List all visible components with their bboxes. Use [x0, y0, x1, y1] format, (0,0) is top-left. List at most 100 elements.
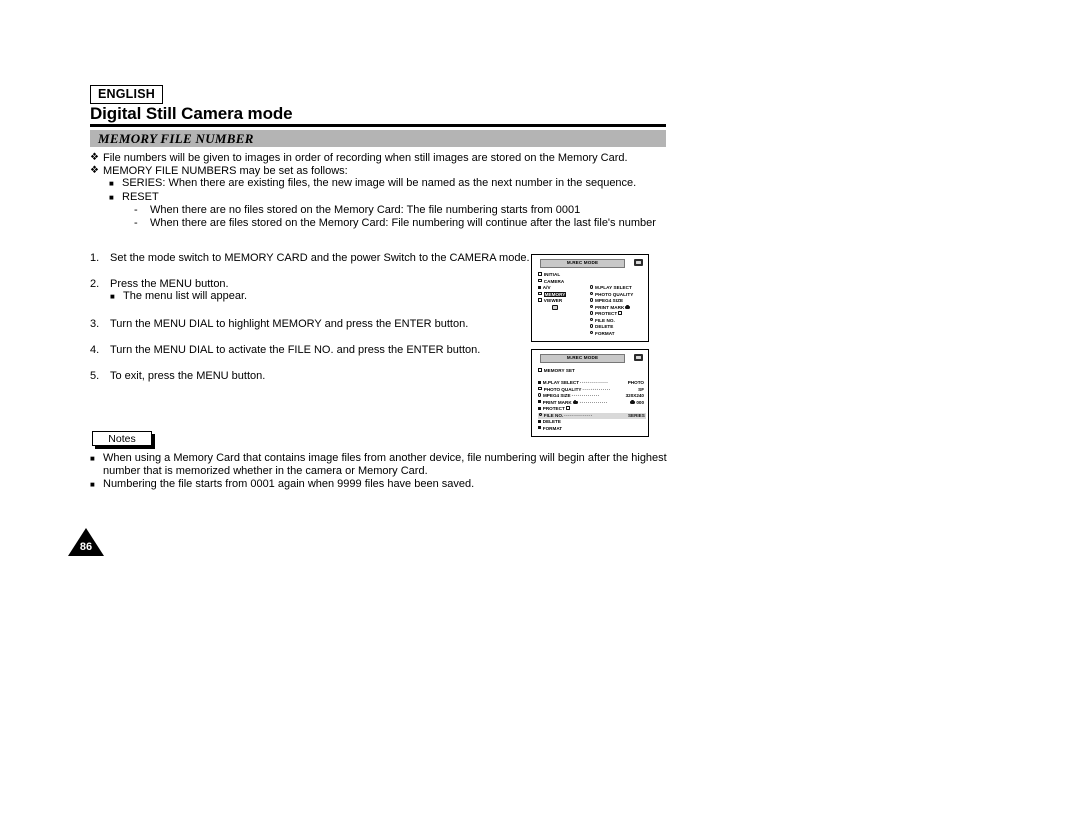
setting-row-mplay-select[interactable]: M.PLAY SELECT ·············· PHOTO: [538, 380, 644, 386]
substep-text: The menu list will appear.: [123, 290, 248, 302]
menu-item-memory[interactable]: MEMORY: [538, 291, 567, 298]
memory-card-icon: [634, 259, 643, 266]
circle-marker-icon: [590, 298, 594, 302]
submenu-item-print-mark[interactable]: PRINT MARK: [590, 305, 631, 311]
submenu-item-photo-quality[interactable]: PHOTO QUALITY: [590, 292, 633, 298]
submenu-item-label: PRINT MARK: [594, 304, 625, 310]
submenu-item-file-no[interactable]: FILE NO.: [590, 318, 615, 324]
list-item-text: SERIES: When there are existing files, t…: [122, 177, 637, 190]
bullet-dash-icon: -: [134, 216, 138, 229]
setting-label: PRINT MARK: [542, 399, 572, 405]
list-item: ❖ File numbers will be given to images i…: [90, 152, 670, 165]
setting-row-protect[interactable]: PROTECT: [538, 406, 644, 412]
lcd-screen-memory-set: M.REC MODE MEMORY SET M.PLAY SELECT ····…: [531, 349, 649, 437]
bullet-square-icon: ■: [90, 480, 95, 489]
submenu-item-label: M.PLAY SELECT: [594, 285, 632, 290]
setting-label: FILE NO.: [543, 412, 564, 418]
circle-marker-icon: [538, 412, 543, 417]
square-marker-icon: [538, 380, 541, 384]
notes-tab-label: Notes: [108, 433, 136, 445]
leader-dots: ··············: [564, 412, 593, 418]
submenu-item-label: PHOTO QUALITY: [594, 291, 634, 297]
page-number: 86: [79, 541, 93, 553]
language-label: ENGLISH: [98, 87, 155, 101]
setting-row-mpeg4-size[interactable]: MPEG4 SIZE ·············· 320X240: [538, 393, 644, 399]
menu-item-av[interactable]: A/V: [538, 285, 551, 291]
folder-icon: [538, 386, 543, 391]
setting-value: 320X240: [625, 393, 644, 398]
list-item: ❖ MEMORY FILE NUMBERS may be set as foll…: [90, 165, 670, 178]
step-text: To exit, press the MENU button.: [110, 369, 266, 382]
step-number: 1.: [90, 252, 100, 264]
leader-dots: ··············: [571, 393, 600, 398]
circle-marker-icon: [590, 317, 594, 322]
step-text: Set the mode switch to MEMORY CARD and t…: [110, 252, 530, 264]
submenu-item-protect[interactable]: PROTECT: [590, 311, 623, 317]
submenu-item-label: FORMAT: [594, 330, 615, 336]
submenu-title-label: MEMORY SET: [543, 368, 575, 373]
setting-label: FORMAT: [542, 425, 563, 431]
circle-marker-icon: [590, 324, 594, 328]
setting-row-file-no[interactable]: FILE NO. ·············· SERIES: [538, 412, 646, 419]
circle-marker-icon: [590, 311, 594, 315]
bullet-square-icon: ■: [110, 292, 115, 301]
print-mark-icon: [572, 399, 578, 404]
submenu-item-delete[interactable]: DELETE: [590, 324, 613, 330]
submenu-item-label: DELETE: [594, 324, 614, 329]
bullet-square-icon: ■: [90, 454, 95, 463]
bullet-square-icon: ■: [109, 179, 114, 189]
list-item-text: When there are no files stored on the Me…: [150, 204, 581, 217]
setting-row-photo-quality[interactable]: PHOTO QUALITY ·············· SF: [538, 387, 644, 393]
circle-marker-icon: [590, 285, 594, 289]
setting-row-print-mark[interactable]: PRINT MARK ·············· 000: [538, 400, 644, 406]
leader-dots: ··············: [580, 380, 609, 385]
list-item-text: RESET: [122, 190, 159, 203]
square-marker-icon: [538, 285, 541, 289]
list-item: ■ RESET: [90, 191, 670, 205]
submenu-title: MEMORY SET: [538, 368, 575, 374]
square-marker-icon: [538, 406, 541, 410]
note-item: ■ Numbering the file starts from 0001 ag…: [90, 478, 670, 492]
setting-value: PHOTO: [627, 380, 644, 385]
list-item-text: When there are files stored on the Memor…: [150, 216, 656, 229]
setting-label: MPEG4 SIZE: [542, 393, 571, 398]
menu-item-initial[interactable]: INITIAL: [538, 272, 560, 278]
memory-card-icon: [634, 354, 643, 361]
step-number: 5.: [90, 369, 100, 382]
note-item: ■ When using a Memory Card that contains…: [90, 452, 670, 478]
leader-dots: ··············: [582, 386, 611, 392]
menu-item-label: VIEWER: [543, 298, 563, 303]
bullet-club-icon: ❖: [90, 164, 99, 176]
page-number-badge: 86: [68, 528, 104, 558]
setting-label: M.PLAY SELECT: [542, 380, 580, 385]
submenu-item-mplay-select[interactable]: M.PLAY SELECT: [590, 285, 632, 291]
step-number: 2.: [90, 278, 100, 290]
setting-row-format[interactable]: FORMAT: [538, 426, 644, 432]
folder-icon: [538, 272, 543, 276]
circle-marker-icon: [590, 330, 594, 335]
document-page: ENGLISH Digital Still Camera mode MEMORY…: [0, 0, 1080, 834]
lcd-title-bar: M.REC MODE: [540, 354, 625, 363]
menu-item-label: A/V: [542, 285, 551, 290]
menu-item-label: CAMERA: [543, 278, 565, 284]
print-mark-icon: [630, 399, 636, 404]
language-badge: ENGLISH: [90, 85, 163, 105]
lock-icon: [618, 311, 623, 316]
circle-marker-icon: [590, 291, 594, 296]
lcd-title-bar: M.REC MODE: [540, 259, 625, 268]
setting-value: SF: [638, 386, 644, 392]
list-item-text: File numbers will be given to images in …: [103, 152, 628, 164]
menu-item-camera[interactable]: CAMERA: [538, 279, 564, 285]
step-3: 3. Turn the MENU DIAL to highlight MEMOR…: [90, 318, 510, 330]
submenu-item-mpeg4-size[interactable]: MPEG4 SIZE: [590, 298, 623, 304]
step-2: 2. Press the MENU button.: [90, 278, 510, 290]
lock-icon: [565, 406, 570, 411]
menu-item-viewer[interactable]: VIEWER: [538, 298, 562, 304]
setting-value: SERIES: [627, 412, 645, 418]
setting-row-delete[interactable]: DELETE: [538, 419, 644, 425]
notes-list: ■ When using a Memory Card that contains…: [90, 452, 670, 492]
submenu-item-format[interactable]: FORMAT: [590, 331, 615, 337]
